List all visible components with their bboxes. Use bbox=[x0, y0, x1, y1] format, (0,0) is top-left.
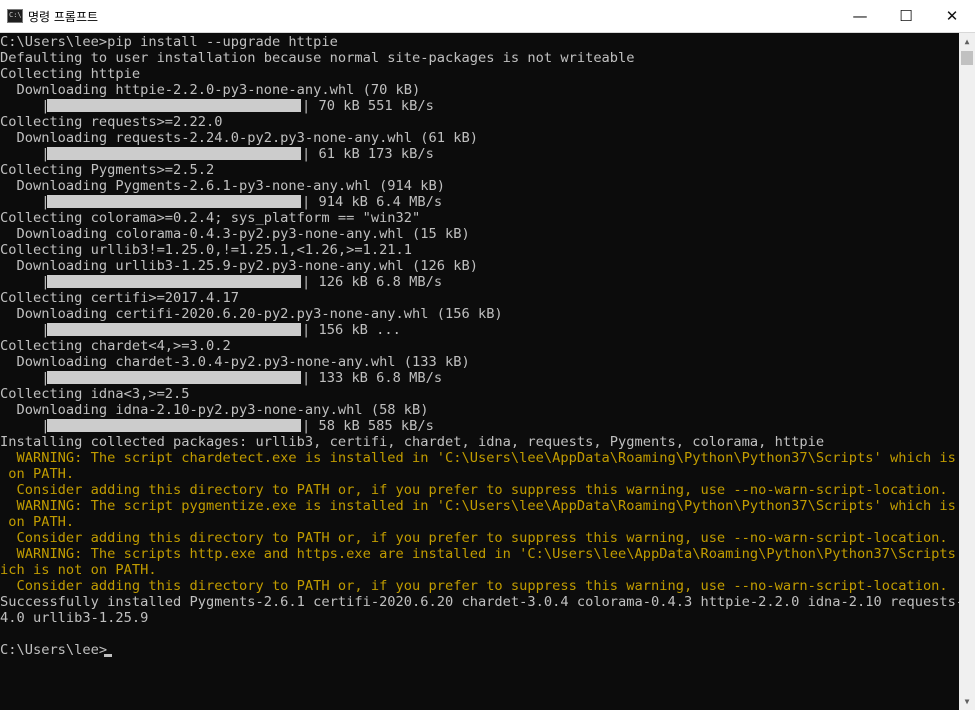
console-output[interactable]: C:\Users\lee>pip install --upgrade httpi… bbox=[0, 33, 959, 710]
progress-prefix: | bbox=[0, 370, 50, 386]
cmd-icon[interactable]: C:\ bbox=[7, 9, 23, 23]
warning-line: ich is not on PATH. bbox=[0, 562, 157, 578]
vertical-scrollbar[interactable]: ▲ ▼ bbox=[959, 33, 975, 710]
text-cursor bbox=[104, 654, 112, 657]
warning-line: Consider adding this directory to PATH o… bbox=[0, 578, 948, 594]
progress-prefix: | bbox=[0, 322, 50, 338]
scroll-down-icon[interactable]: ▼ bbox=[959, 693, 975, 710]
console-line: Downloading urllib3-1.25.9-py2.py3-none-… bbox=[0, 258, 478, 274]
warning-line: on PATH. bbox=[0, 514, 75, 530]
console-line: C:\Users\lee>pip install --upgrade httpi… bbox=[0, 34, 338, 50]
console-line: Collecting colorama>=0.2.4; sys_platform… bbox=[0, 210, 421, 226]
progress-prefix: | bbox=[0, 98, 50, 114]
console-line: Successfully installed Pygments-2.6.1 ce… bbox=[0, 594, 959, 610]
warning-line: Consider adding this directory to PATH o… bbox=[0, 530, 948, 546]
progress-bar bbox=[47, 195, 301, 208]
console-line: Collecting Pygments>=2.5.2 bbox=[0, 162, 215, 178]
warning-line: WARNING: The script pygmentize.exe is in… bbox=[0, 498, 959, 514]
progress-suffix: | 70 kB 551 kB/s bbox=[302, 98, 434, 114]
console-line: Downloading colorama-0.4.3-py2.py3-none-… bbox=[0, 226, 470, 242]
progress-suffix: | 156 kB ... bbox=[302, 322, 401, 338]
console-line: Downloading httpie-2.2.0-py3-none-any.wh… bbox=[0, 82, 421, 98]
progress-bar bbox=[47, 275, 301, 288]
title-bar[interactable]: C:\ 명령 프롬프트 — ☐ ✕ bbox=[0, 0, 975, 33]
progress-prefix: | bbox=[0, 194, 50, 210]
progress-suffix: | 914 kB 6.4 MB/s bbox=[302, 194, 443, 210]
close-button[interactable]: ✕ bbox=[929, 0, 975, 32]
progress-prefix: | bbox=[0, 274, 50, 290]
maximize-button[interactable]: ☐ bbox=[883, 0, 929, 32]
minimize-button[interactable]: — bbox=[837, 0, 883, 32]
console-line: Installing collected packages: urllib3, … bbox=[0, 434, 825, 450]
console-line: Defaulting to user installation because … bbox=[0, 50, 635, 66]
console-line: Collecting requests>=2.22.0 bbox=[0, 114, 223, 130]
console-line: Collecting certifi>=2017.4.17 bbox=[0, 290, 239, 306]
progress-suffix: | 61 kB 173 kB/s bbox=[302, 146, 434, 162]
console-line: Downloading Pygments-2.6.1-py3-none-any.… bbox=[0, 178, 445, 194]
warning-line: on PATH. bbox=[0, 466, 75, 482]
progress-prefix: | bbox=[0, 146, 50, 162]
console-line: Collecting urllib3!=1.25.0,!=1.25.1,<1.2… bbox=[0, 242, 413, 258]
console-line: Downloading idna-2.10-py2.py3-none-any.w… bbox=[0, 402, 429, 418]
progress-bar bbox=[47, 147, 301, 160]
progress-prefix: | bbox=[0, 418, 50, 434]
console-line: Collecting httpie bbox=[0, 66, 141, 82]
warning-line: WARNING: The scripts http.exe and https.… bbox=[0, 546, 959, 562]
console-line: 4.0 urllib3-1.25.9 bbox=[0, 610, 149, 626]
progress-bar bbox=[47, 419, 301, 432]
scroll-up-icon[interactable]: ▲ bbox=[959, 33, 975, 50]
progress-suffix: | 58 kB 585 kB/s bbox=[302, 418, 434, 434]
console-line: Downloading requests-2.24.0-py2.py3-none… bbox=[0, 130, 478, 146]
console-line: C:\Users\lee> bbox=[0, 642, 108, 658]
console-line: Collecting idna<3,>=2.5 bbox=[0, 386, 190, 402]
progress-suffix: | 126 kB 6.8 MB/s bbox=[302, 274, 443, 290]
warning-line: WARNING: The script chardetect.exe is in… bbox=[0, 450, 959, 466]
console-line: Downloading certifi-2020.6.20-py2.py3-no… bbox=[0, 306, 503, 322]
progress-bar bbox=[47, 323, 301, 336]
window-title: 명령 프롬프트 bbox=[28, 10, 99, 24]
scroll-thumb[interactable] bbox=[961, 51, 973, 65]
progress-bar bbox=[47, 99, 301, 112]
console-line: Downloading chardet-3.0.4-py2.py3-none-a… bbox=[0, 354, 470, 370]
warning-line: Consider adding this directory to PATH o… bbox=[0, 482, 948, 498]
console-line: Collecting chardet<4,>=3.0.2 bbox=[0, 338, 231, 354]
progress-suffix: | 133 kB 6.8 MB/s bbox=[302, 370, 443, 386]
progress-bar bbox=[47, 371, 301, 384]
